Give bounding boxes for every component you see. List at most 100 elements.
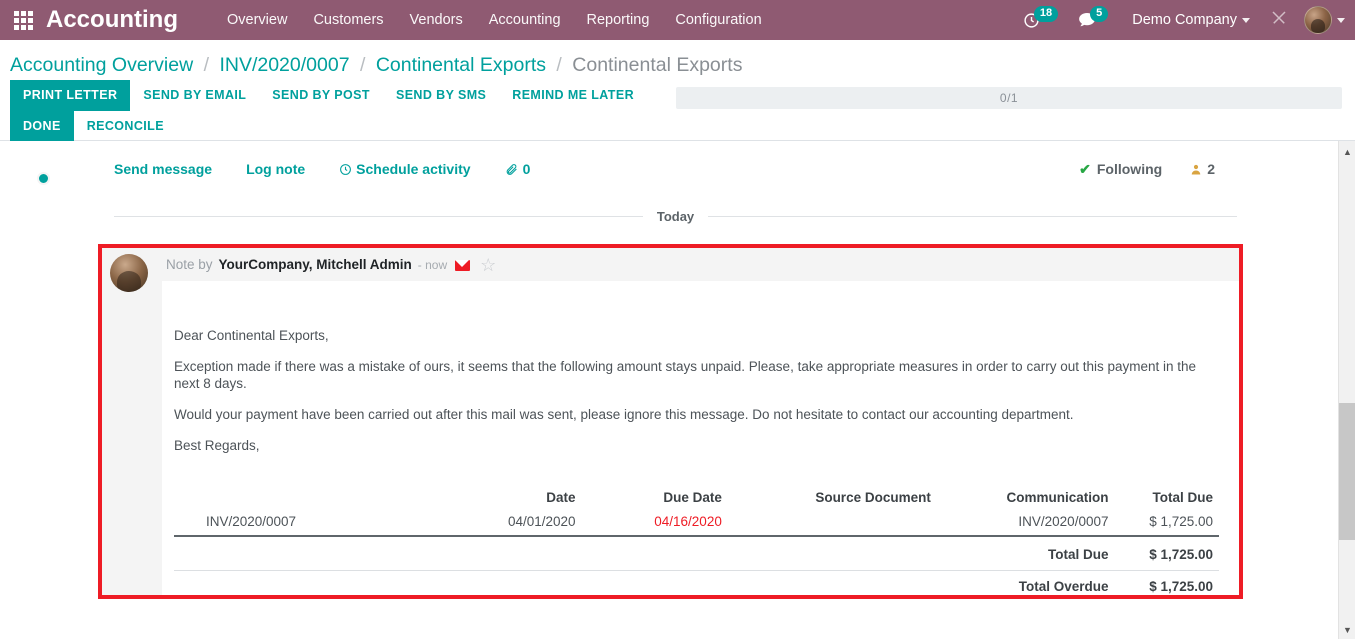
send-message-button[interactable]: Send message	[114, 157, 228, 181]
developer-tools-button[interactable]	[1258, 9, 1300, 32]
followers-count: 2	[1207, 161, 1215, 177]
control-panel: Accounting Overview / INV/2020/0007 / Co…	[0, 40, 1355, 162]
send-by-email-button[interactable]: SEND BY EMAIL	[130, 80, 259, 111]
chevron-down-icon[interactable]: ▼	[1339, 621, 1355, 638]
menu-item-configuration[interactable]: Configuration	[662, 2, 774, 38]
message-lead-label: Note by	[166, 257, 213, 272]
activities-menu-button[interactable]: 18	[1013, 0, 1068, 40]
column-date: Date	[546, 490, 576, 505]
messages-count-badge: 5	[1090, 5, 1109, 23]
menu-item-accounting[interactable]: Accounting	[476, 2, 574, 38]
column-total-due: Total Due	[1152, 490, 1214, 505]
message-paragraph: Best Regards,	[174, 438, 260, 453]
user-icon	[1191, 164, 1201, 174]
table-total-row: Total Due $ 1,725.00	[174, 539, 1219, 571]
column-due-date: Due Date	[663, 490, 722, 505]
column-communication: Communication	[1006, 490, 1109, 505]
menu-item-customers[interactable]: Customers	[300, 2, 396, 38]
day-separator: Today	[114, 209, 1238, 224]
cell-reference: INV/2020/0007	[174, 511, 425, 537]
envelope-icon[interactable]	[455, 259, 471, 271]
total-overdue-label: Total Overdue	[936, 570, 1115, 595]
total-overdue-amount: $ 1,725.00	[1114, 570, 1219, 595]
company-name-label: Demo Company	[1132, 12, 1237, 28]
breadcrumb-item-current: Continental Exports	[572, 54, 743, 76]
action-button-row: PRINT LETTER SEND BY EMAIL SEND BY POST …	[0, 80, 700, 142]
remind-me-later-button[interactable]: REMIND ME LATER	[499, 80, 647, 111]
column-source-document: Source Document	[815, 490, 931, 505]
company-switcher[interactable]: Demo Company	[1118, 12, 1258, 28]
breadcrumb-item-accounting-overview[interactable]: Accounting Overview	[10, 54, 193, 76]
progress-label: 0/1	[999, 91, 1019, 105]
chatter-toolbar: Send message Log note Schedule activity …	[98, 141, 1255, 195]
log-note-button[interactable]: Log note	[246, 157, 321, 181]
wrench-screwdriver-icon	[1272, 10, 1286, 24]
table-total-row: Total Overdue $ 1,725.00	[174, 570, 1219, 595]
paperclip-icon	[506, 164, 517, 175]
star-outline-icon[interactable]: ☆	[480, 256, 496, 274]
table-body: INV/2020/0007 04/01/2020 04/16/2020 INV/…	[174, 511, 1219, 595]
breadcrumb-separator: /	[359, 54, 366, 76]
message-paragraph: Exception made if there was a mistake of…	[174, 359, 1197, 391]
cell-source-document	[727, 511, 937, 537]
send-by-post-button[interactable]: SEND BY POST	[259, 80, 383, 111]
apps-menu-button[interactable]	[0, 0, 46, 40]
reconcile-button[interactable]: RECONCILE	[74, 111, 177, 142]
send-by-sms-button[interactable]: SEND BY SMS	[383, 80, 499, 111]
breadcrumb: Accounting Overview / INV/2020/0007 / Co…	[0, 40, 1355, 80]
table-header-row: Date Due Date Source Document Communicat…	[174, 488, 1219, 511]
content-area: Send message Log note Schedule activity …	[0, 141, 1355, 639]
cell-date: 04/01/2020	[424, 511, 582, 537]
message-paragraph: Would your payment have been carried out…	[174, 407, 1074, 422]
app-brand-title: Accounting	[46, 6, 178, 33]
column-reference	[174, 488, 425, 511]
chevron-up-icon[interactable]: ▲	[1339, 143, 1355, 160]
activities-count-badge: 18	[1033, 5, 1059, 23]
schedule-activity-label: Schedule activity	[356, 161, 471, 177]
separator-line-left	[114, 216, 643, 217]
progress-bar[interactable]: 0/1	[676, 87, 1342, 109]
menu-item-vendors[interactable]: Vendors	[397, 2, 476, 38]
table-row: INV/2020/0007 04/01/2020 04/16/2020 INV/…	[174, 511, 1219, 537]
table-header: Date Due Date Source Document Communicat…	[174, 488, 1219, 511]
breadcrumb-item-invoice[interactable]: INV/2020/0007	[219, 54, 349, 76]
highlighted-message-region: Note by YourCompany, Mitchell Admin - no…	[37, 172, 1243, 599]
navbar-right-tools: 18 5 Demo Company	[1013, 0, 1355, 40]
menu-item-reporting[interactable]: Reporting	[574, 2, 663, 38]
followers-button[interactable]: 2	[1190, 161, 1215, 177]
menu-item-overview[interactable]: Overview	[214, 2, 300, 38]
total-due-amount: $ 1,725.00	[1114, 539, 1219, 571]
schedule-activity-button[interactable]: Schedule activity	[339, 157, 486, 181]
breadcrumb-separator: /	[203, 54, 210, 76]
message-content: Dear Continental Exports, Exception made…	[162, 281, 1239, 595]
user-avatar[interactable]	[1304, 6, 1332, 34]
check-icon: ✔	[1079, 160, 1091, 177]
main-menu: Overview Customers Vendors Accounting Re…	[214, 2, 775, 38]
attachments-button[interactable]: 0	[505, 157, 547, 181]
done-button[interactable]: DONE	[10, 111, 74, 142]
cell-total-due: $ 1,725.00	[1114, 511, 1219, 537]
message-timestamp: - now	[417, 258, 448, 272]
user-avatar	[110, 254, 148, 292]
day-separator-label: Today	[656, 209, 695, 224]
following-label: Following	[1096, 161, 1163, 177]
separator-line-right	[708, 216, 1238, 217]
top-navbar: Accounting Overview Customers Vendors Ac…	[0, 0, 1355, 40]
message-paragraph: Dear Continental Exports,	[174, 328, 329, 343]
message-body: Note by YourCompany, Mitchell Admin - no…	[162, 248, 1239, 595]
user-menu-chevron-down-icon[interactable]	[1337, 17, 1345, 23]
message-avatar-column	[37, 172, 162, 595]
chatter-message: Note by YourCompany, Mitchell Admin - no…	[37, 172, 1239, 595]
print-letter-button[interactable]: PRINT LETTER	[10, 80, 131, 111]
total-due-label: Total Due	[936, 539, 1115, 571]
following-toggle[interactable]: ✔ Following	[1079, 161, 1162, 178]
chatter: Send message Log note Schedule activity …	[0, 141, 1355, 599]
vertical-scrollbar[interactable]: ▲ ▼	[1338, 141, 1355, 639]
message-author: YourCompany, Mitchell Admin	[218, 257, 412, 272]
breadcrumb-item-partner[interactable]: Continental Exports	[376, 54, 546, 76]
messages-menu-button[interactable]: 5	[1068, 0, 1118, 40]
cell-communication: INV/2020/0007	[936, 511, 1115, 537]
attachment-count: 0	[522, 161, 531, 177]
scrollbar-thumb[interactable]	[1339, 403, 1355, 540]
cell-due-date: 04/16/2020	[581, 511, 728, 537]
